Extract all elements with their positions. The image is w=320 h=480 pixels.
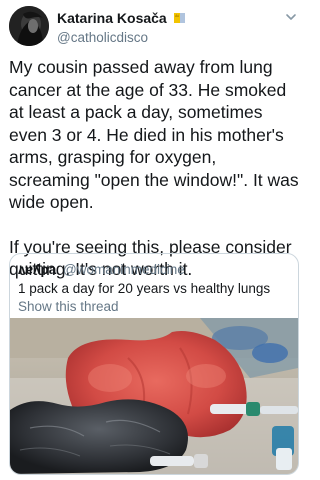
- author-handle[interactable]: @catholicdisco: [57, 30, 148, 45]
- author-name-text: Katarina Kosača: [57, 10, 167, 26]
- quoted-tweet-image[interactable]: [10, 318, 298, 474]
- crown-flag-icon: [173, 11, 186, 27]
- profile-avatar-icon: [9, 6, 49, 46]
- tweet-text: My cousin passed away from lung cancer a…: [9, 56, 301, 281]
- quoted-author-name: ʌɐʎpa: [18, 262, 57, 277]
- author-display-name[interactable]: Katarina Kosača: [57, 10, 186, 27]
- quoted-tweet-header: ʌɐʎpa @womaninmedicine: [18, 262, 185, 277]
- tweet[interactable]: Katarina Kosača @catholicdisco My cousin…: [0, 0, 307, 480]
- quoted-author-handle: @womaninmedicine: [63, 262, 185, 277]
- avatar[interactable]: [9, 6, 49, 46]
- quoted-tweet-card[interactable]: ʌɐʎpa @womaninmedicine 1 pack a day for …: [9, 253, 299, 475]
- show-thread-link[interactable]: Show this thread: [18, 299, 119, 314]
- tweet-paragraph: My cousin passed away from lung cancer a…: [9, 57, 299, 212]
- quoted-tweet-text: 1 pack a day for 20 years vs healthy lun…: [18, 281, 271, 296]
- lungs-photo-icon: [10, 318, 298, 474]
- chevron-down-icon[interactable]: [285, 10, 297, 22]
